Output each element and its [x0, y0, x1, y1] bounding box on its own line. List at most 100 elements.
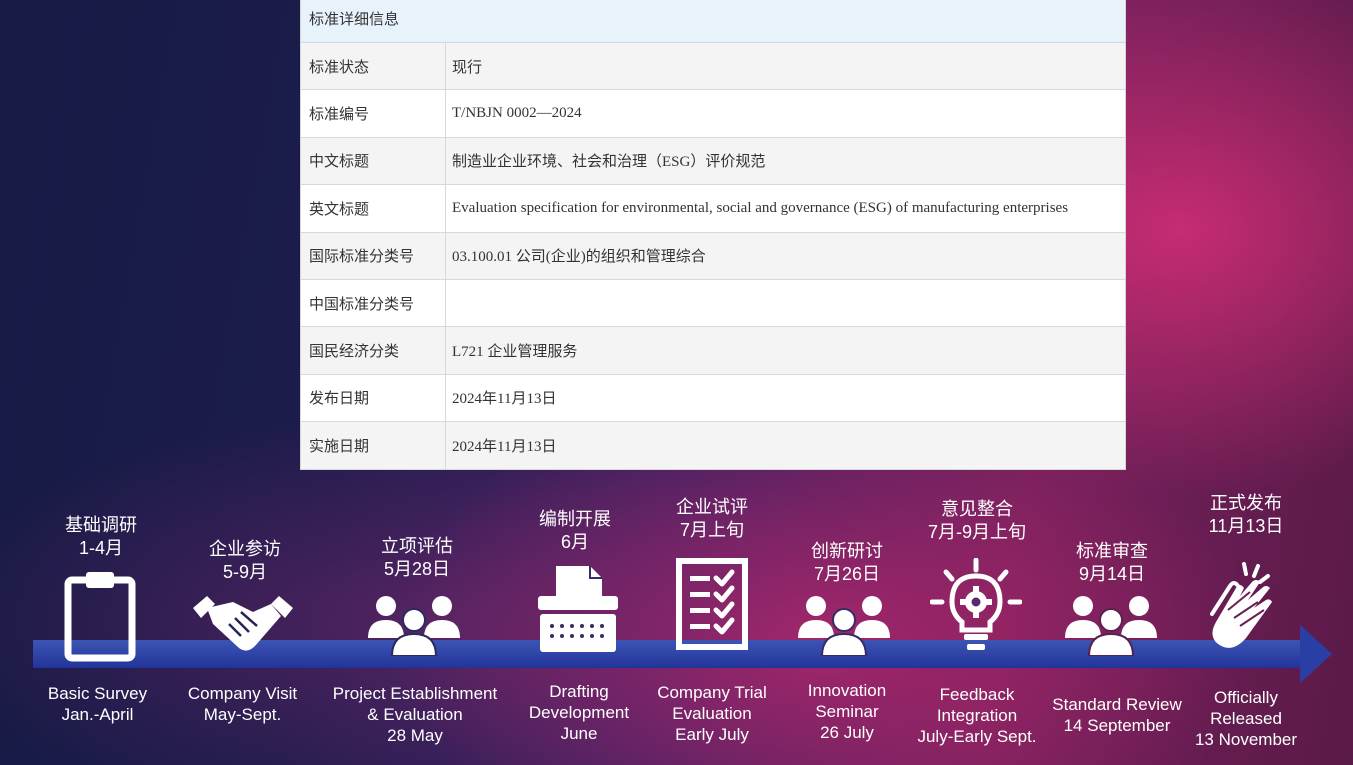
stage-cn-date: 1-4月 — [78, 538, 123, 558]
table-row: 国际标准分类号 03.100.01 公司(企业)的组织和管理综合 — [301, 232, 1125, 280]
table-row: 发布日期 2024年11月13日 — [301, 374, 1125, 423]
row-value: 现行 — [452, 59, 483, 76]
stage-en-date: 14 September — [1063, 716, 1171, 735]
stage-2-bottom-label: Company Visit May-Sept. — [175, 683, 310, 725]
stage-en-line2: Development — [528, 703, 630, 722]
row-label: 国民经济分类 — [301, 327, 446, 374]
table-row: 中国标准分类号 — [301, 279, 1125, 328]
stage-en-title: Officially — [1214, 688, 1278, 707]
stage-cn-title: 企业参访 — [209, 539, 281, 559]
stage-5-bottom-label: Company Trial Evaluation Early July — [648, 682, 776, 745]
row-value: Evaluation specification for environment… — [452, 199, 1069, 216]
stage-7-bottom-label: Feedback Integration July-Early Sept. — [906, 684, 1048, 747]
stage-4-top-label: 编制开展 6月 — [515, 508, 635, 554]
stage-9-top-label: 正式发布 11月13日 — [1188, 492, 1304, 538]
table-row: 中文标题 制造业企业环境、社会和治理（ESG）评价规范 — [301, 137, 1125, 186]
stage-cn-date: 6月 — [560, 532, 589, 552]
stage-en-date: May-Sept. — [203, 705, 282, 724]
stage-3-top-label: 立项评估 5月28日 — [352, 535, 482, 581]
stage-cn-title: 创新研讨 — [811, 541, 883, 561]
stage-2-top-label: 企业参访 5-9月 — [180, 538, 310, 584]
stage-cn-title: 企业试评 — [676, 497, 748, 517]
row-value: T/NBJN 0002—2024 — [452, 105, 582, 122]
row-label: 英文标题 — [301, 185, 446, 232]
table-row: 实施日期 2024年11月13日 — [301, 422, 1125, 470]
row-value: L721 企业管理服务 — [452, 344, 578, 361]
stage-cn-date: 5月28日 — [383, 559, 451, 579]
stage-en-date: 13 November — [1194, 730, 1298, 749]
stage-en-title: Feedback — [939, 685, 1015, 704]
row-label: 标准编号 — [301, 90, 446, 137]
stage-cn-title: 意见整合 — [941, 499, 1013, 519]
stage-en-title: Company Trial — [657, 683, 767, 702]
stage-cn-date: 9月14日 — [1078, 564, 1146, 584]
table-row: 国民经济分类 L721 企业管理服务 — [301, 327, 1125, 375]
stage-cn-date: 7月上旬 — [679, 520, 744, 540]
stage-en-title: Innovation — [807, 681, 887, 700]
stage-cn-title: 正式发布 — [1210, 493, 1282, 513]
stage-en-line2: Seminar — [815, 702, 879, 721]
stage-en-title: Standard Review — [1052, 695, 1182, 714]
stage-cn-date: 5-9月 — [222, 562, 267, 582]
stage-en-date: 26 July — [820, 723, 874, 742]
stage-en-title: Project Establishment — [332, 684, 498, 703]
stage-en-date: Early July — [675, 725, 749, 744]
row-label: 中文标题 — [301, 137, 446, 185]
stage-4-bottom-label: Drafting Development June — [515, 681, 643, 744]
table-row: 英文标题 Evaluation specification for environ… — [301, 185, 1125, 233]
clapping-hands-icon — [1206, 562, 1282, 658]
table-body: 标准状态 现行 标准编号 T/NBJN 0002—2024 中文标题 制造业企业环境、… — [301, 43, 1125, 470]
row-label: 中国标准分类号 — [301, 279, 446, 327]
row-value — [446, 280, 1125, 326]
row-label: 发布日期 — [301, 374, 446, 422]
clipboard-icon — [64, 570, 136, 662]
stage-cn-title: 基础调研 — [65, 515, 137, 535]
stage-cn-title: 立项评估 — [381, 536, 453, 556]
stage-en-date: Jan.-April — [61, 705, 134, 724]
stage-en-title: Drafting — [549, 682, 609, 701]
stage-en-line2: & Evaluation — [367, 705, 463, 724]
stage-cn-title: 标准审查 — [1076, 541, 1148, 561]
row-value: 制造业企业环境、社会和治理（ESG）评价规范 — [452, 154, 766, 171]
row-label: 实施日期 — [301, 422, 446, 469]
row-value: 2024年11月13日 — [452, 391, 557, 408]
stage-6-top-label: 创新研讨 7月26日 — [785, 540, 909, 586]
row-value: 03.100.01 公司(企业)的组织和管理综合 — [452, 249, 706, 266]
group-icon — [796, 594, 892, 656]
stage-en-line2: Evaluation — [672, 704, 752, 723]
stage-1-bottom-label: Basic Survey Jan.-April — [30, 683, 165, 725]
typewriter-icon — [538, 564, 618, 654]
stage-6-bottom-label: Innovation Seminar 26 July — [788, 680, 906, 743]
checklist-icon — [676, 558, 748, 650]
handshake-icon — [193, 594, 293, 658]
stage-en-title: Basic Survey — [47, 684, 148, 703]
table-header: 标准详细信息 — [301, 0, 1125, 43]
stage-en-date: June — [560, 724, 598, 743]
stage-en-date: July-Early Sept. — [917, 727, 1037, 746]
standard-detail-table: 标准详细信息 标准状态 现行 标准编号 T/NBJN 0002—2024 中文标题制… — [300, 0, 1126, 470]
stage-en-line2: Released — [1210, 709, 1282, 728]
row-value: 2024年11月13日 — [452, 438, 557, 455]
stage-cn-title: 编制开展 — [539, 509, 611, 529]
stage-8-top-label: 标准审查 9月14日 — [1050, 540, 1174, 586]
stage-9-bottom-label: Officially Released 13 November — [1184, 687, 1308, 750]
group-icon — [366, 594, 462, 656]
stage-cn-date: 7月26日 — [813, 564, 881, 584]
stage-1-top-label: 基础调研 1-4月 — [40, 514, 162, 560]
table-row: 标准状态 现行 — [301, 43, 1125, 91]
stage-cn-date: 11月13日 — [1208, 516, 1284, 536]
stage-en-line2: Integration — [936, 706, 1018, 725]
stage-en-title: Company Visit — [187, 684, 298, 703]
table-row: 标准编号 T/NBJN 0002—2024 — [301, 90, 1125, 138]
stage-7-top-label: 意见整合 7月-9月上旬 — [912, 498, 1042, 544]
stage-cn-date: 7月-9月上旬 — [927, 522, 1026, 542]
row-label: 标准状态 — [301, 43, 446, 90]
row-label: 国际标准分类号 — [301, 232, 446, 279]
lightbulb-gear-icon — [930, 558, 1022, 656]
group-icon — [1063, 594, 1159, 656]
stage-5-top-label: 企业试评 7月上旬 — [650, 496, 774, 542]
stage-en-date: 28 May — [387, 726, 443, 745]
stage-8-bottom-label: Standard Review 14 September — [1044, 694, 1190, 736]
timeline-arrow-head — [1300, 625, 1332, 683]
stage-3-bottom-label: Project Establishment & Evaluation 28 Ma… — [326, 683, 504, 746]
